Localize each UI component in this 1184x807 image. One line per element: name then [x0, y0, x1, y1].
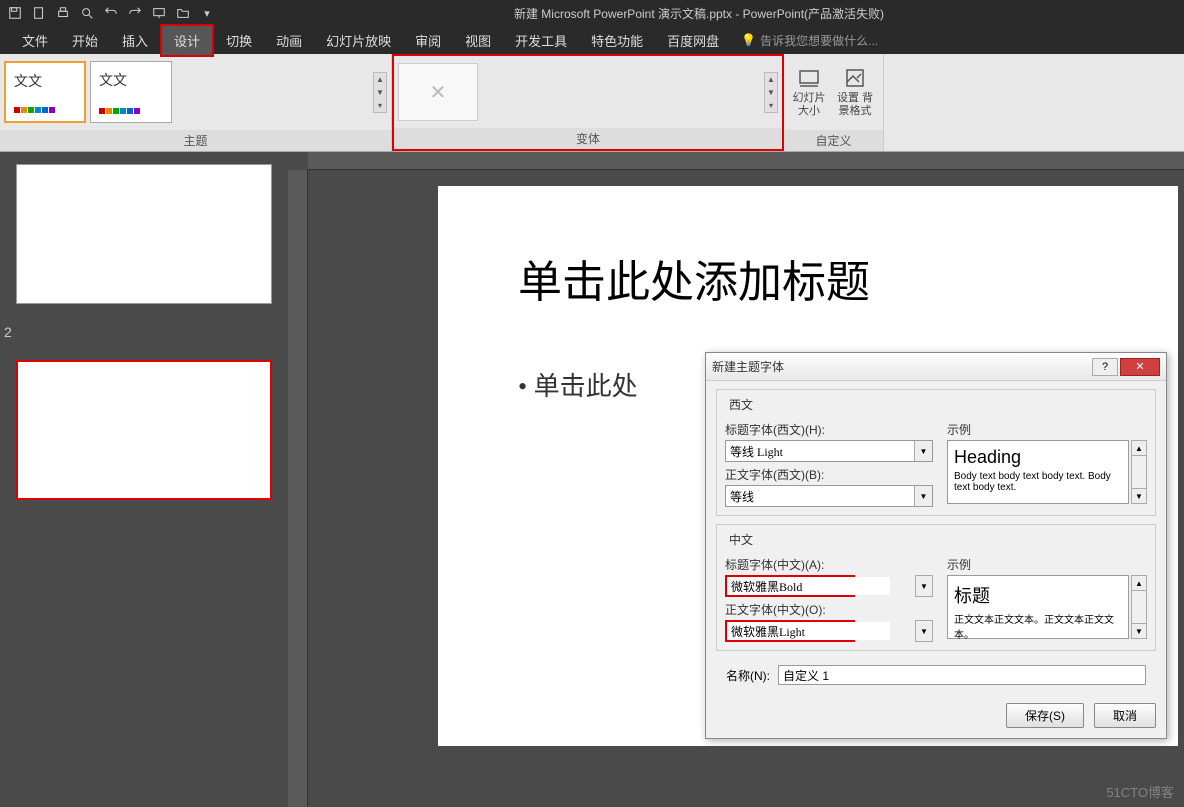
name-input[interactable]: [778, 665, 1146, 685]
ruler-vertical: [288, 170, 308, 807]
dialog-title: 新建主题字体: [712, 358, 1092, 375]
menu-file[interactable]: 文件: [10, 26, 60, 55]
slide-number: 2: [4, 324, 12, 340]
latin-body-input[interactable]: [726, 486, 914, 506]
menu-insert[interactable]: 插入: [110, 26, 160, 55]
ribbon-group-custom: 幻灯片 大小 设置 背景格式 自定义: [784, 54, 884, 151]
menu-view[interactable]: 视图: [453, 26, 503, 55]
menu-features[interactable]: 特色功能: [579, 26, 655, 55]
latin-sample-box: Heading Body text body text body text. B…: [947, 440, 1129, 504]
chinese-body-input[interactable]: [727, 622, 890, 640]
latin-sample-label: 示例: [947, 421, 1147, 438]
chinese-heading-input[interactable]: [727, 577, 890, 595]
open-icon[interactable]: [172, 2, 194, 24]
print-icon[interactable]: [52, 2, 74, 24]
latin-body-label: 正文字体(西文)(B):: [725, 466, 933, 483]
latin-heading-input[interactable]: [726, 441, 914, 461]
ribbon-label-custom: 自定义: [784, 130, 883, 151]
menu-developer[interactable]: 开发工具: [503, 26, 579, 55]
theme-thumb[interactable]: 文文: [4, 61, 86, 123]
save-button[interactable]: 保存(S): [1006, 703, 1084, 728]
latin-heading-combo[interactable]: ▼: [725, 440, 933, 462]
menu-slideshow[interactable]: 幻灯片放映: [314, 26, 403, 55]
slide-body-placeholder[interactable]: • 单击此处: [518, 366, 638, 403]
themes-gallery-more[interactable]: ▲▼▾: [373, 72, 387, 113]
slide-title-placeholder[interactable]: 单击此处添加标题: [518, 246, 870, 310]
dialog-titlebar[interactable]: 新建主题字体 ? ✕: [706, 353, 1166, 381]
dropdown-icon[interactable]: ▼: [915, 575, 933, 597]
redo-icon[interactable]: [124, 2, 146, 24]
theme-fonts-dialog: 新建主题字体 ? ✕ 西文 标题字体(西文)(H): ▼ 正文字体(西文)(B)…: [705, 352, 1167, 739]
slides-panel: 2: [0, 152, 288, 807]
background-format-button[interactable]: 设置 背景格式: [834, 62, 876, 122]
slide-size-button[interactable]: 幻灯片 大小: [788, 62, 830, 122]
menu-animations[interactable]: 动画: [264, 26, 314, 55]
chinese-heading-combo[interactable]: [725, 575, 855, 597]
dropdown-icon[interactable]: ▼: [915, 620, 933, 642]
new-icon[interactable]: [28, 2, 50, 24]
ribbon: 文文 文文 ▲▼▾ 主题 ✕ ▲▼▾ 变体 幻灯片 大小: [0, 54, 1184, 152]
slideshow-icon[interactable]: [148, 2, 170, 24]
chinese-sample-label: 示例: [947, 556, 1147, 573]
help-button[interactable]: ?: [1092, 358, 1118, 376]
ribbon-group-themes: 文文 文文 ▲▼▾ 主题: [0, 54, 392, 151]
undo-icon[interactable]: [100, 2, 122, 24]
window-title: 新建 Microsoft PowerPoint 演示文稿.pptx - Powe…: [218, 5, 1180, 22]
cancel-button[interactable]: 取消: [1094, 703, 1156, 728]
chinese-body-combo[interactable]: [725, 620, 855, 642]
slide-thumbnail[interactable]: [16, 164, 272, 304]
titlebar: ▾ 新建 Microsoft PowerPoint 演示文稿.pptx - Po…: [0, 0, 1184, 26]
menubar: 文件 开始 插入 设计 切换 动画 幻灯片放映 审阅 视图 开发工具 特色功能 …: [0, 26, 1184, 54]
variants-gallery-more[interactable]: ▲▼▾: [764, 72, 778, 113]
name-label: 名称(N):: [726, 667, 770, 684]
menu-transitions[interactable]: 切换: [214, 26, 264, 55]
dropdown-icon[interactable]: ▼: [914, 441, 932, 461]
chinese-body-label: 正文字体(中文)(O):: [725, 601, 933, 618]
ribbon-label-themes: 主题: [0, 130, 391, 151]
ribbon-group-variants: ✕ ▲▼▾ 变体: [392, 54, 784, 151]
slide-thumbnail[interactable]: [16, 360, 272, 500]
menu-baidu[interactable]: 百度网盘: [655, 26, 731, 55]
menu-review[interactable]: 审阅: [403, 26, 453, 55]
latin-fieldset: 西文 标题字体(西文)(H): ▼ 正文字体(西文)(B): ▼: [716, 389, 1156, 516]
dialog-name-row: 名称(N):: [716, 659, 1156, 695]
close-button[interactable]: ✕: [1120, 358, 1160, 376]
scroll-down-icon[interactable]: ▼: [1131, 623, 1147, 639]
variant-thumb[interactable]: ✕: [398, 63, 478, 121]
scroll-up-icon[interactable]: ▲: [1131, 575, 1147, 591]
scroll-down-icon[interactable]: ▼: [1131, 488, 1147, 504]
latin-body-combo[interactable]: ▼: [725, 485, 933, 507]
slide-size-icon: [797, 66, 821, 90]
theme-thumb[interactable]: 文文: [90, 61, 172, 123]
lightbulb-icon: 💡: [741, 33, 756, 47]
preview-icon[interactable]: [76, 2, 98, 24]
ruler-horizontal: [308, 152, 1184, 170]
menu-design[interactable]: 设计: [160, 24, 214, 57]
watermark: 51CTO博客: [1106, 782, 1174, 801]
qat-dropdown-icon[interactable]: ▾: [196, 2, 218, 24]
chinese-sample-box: 标题 正文文本正文文本。正文文本正文文本。: [947, 575, 1129, 639]
background-icon: [843, 66, 867, 90]
ribbon-label-variants: 变体: [394, 128, 782, 149]
latin-heading-label: 标题字体(西文)(H):: [725, 421, 933, 438]
chinese-fieldset: 中文 标题字体(中文)(A): ▼ 正文字体(中文)(O):: [716, 524, 1156, 651]
tell-me-search[interactable]: 💡 告诉我您想要做什么...: [741, 32, 878, 49]
scroll-up-icon[interactable]: ▲: [1131, 440, 1147, 456]
save-icon[interactable]: [4, 2, 26, 24]
dropdown-icon[interactable]: ▼: [914, 486, 932, 506]
chinese-heading-label: 标题字体(中文)(A):: [725, 556, 933, 573]
quick-access-toolbar: ▾: [4, 2, 218, 24]
menu-home[interactable]: 开始: [60, 26, 110, 55]
